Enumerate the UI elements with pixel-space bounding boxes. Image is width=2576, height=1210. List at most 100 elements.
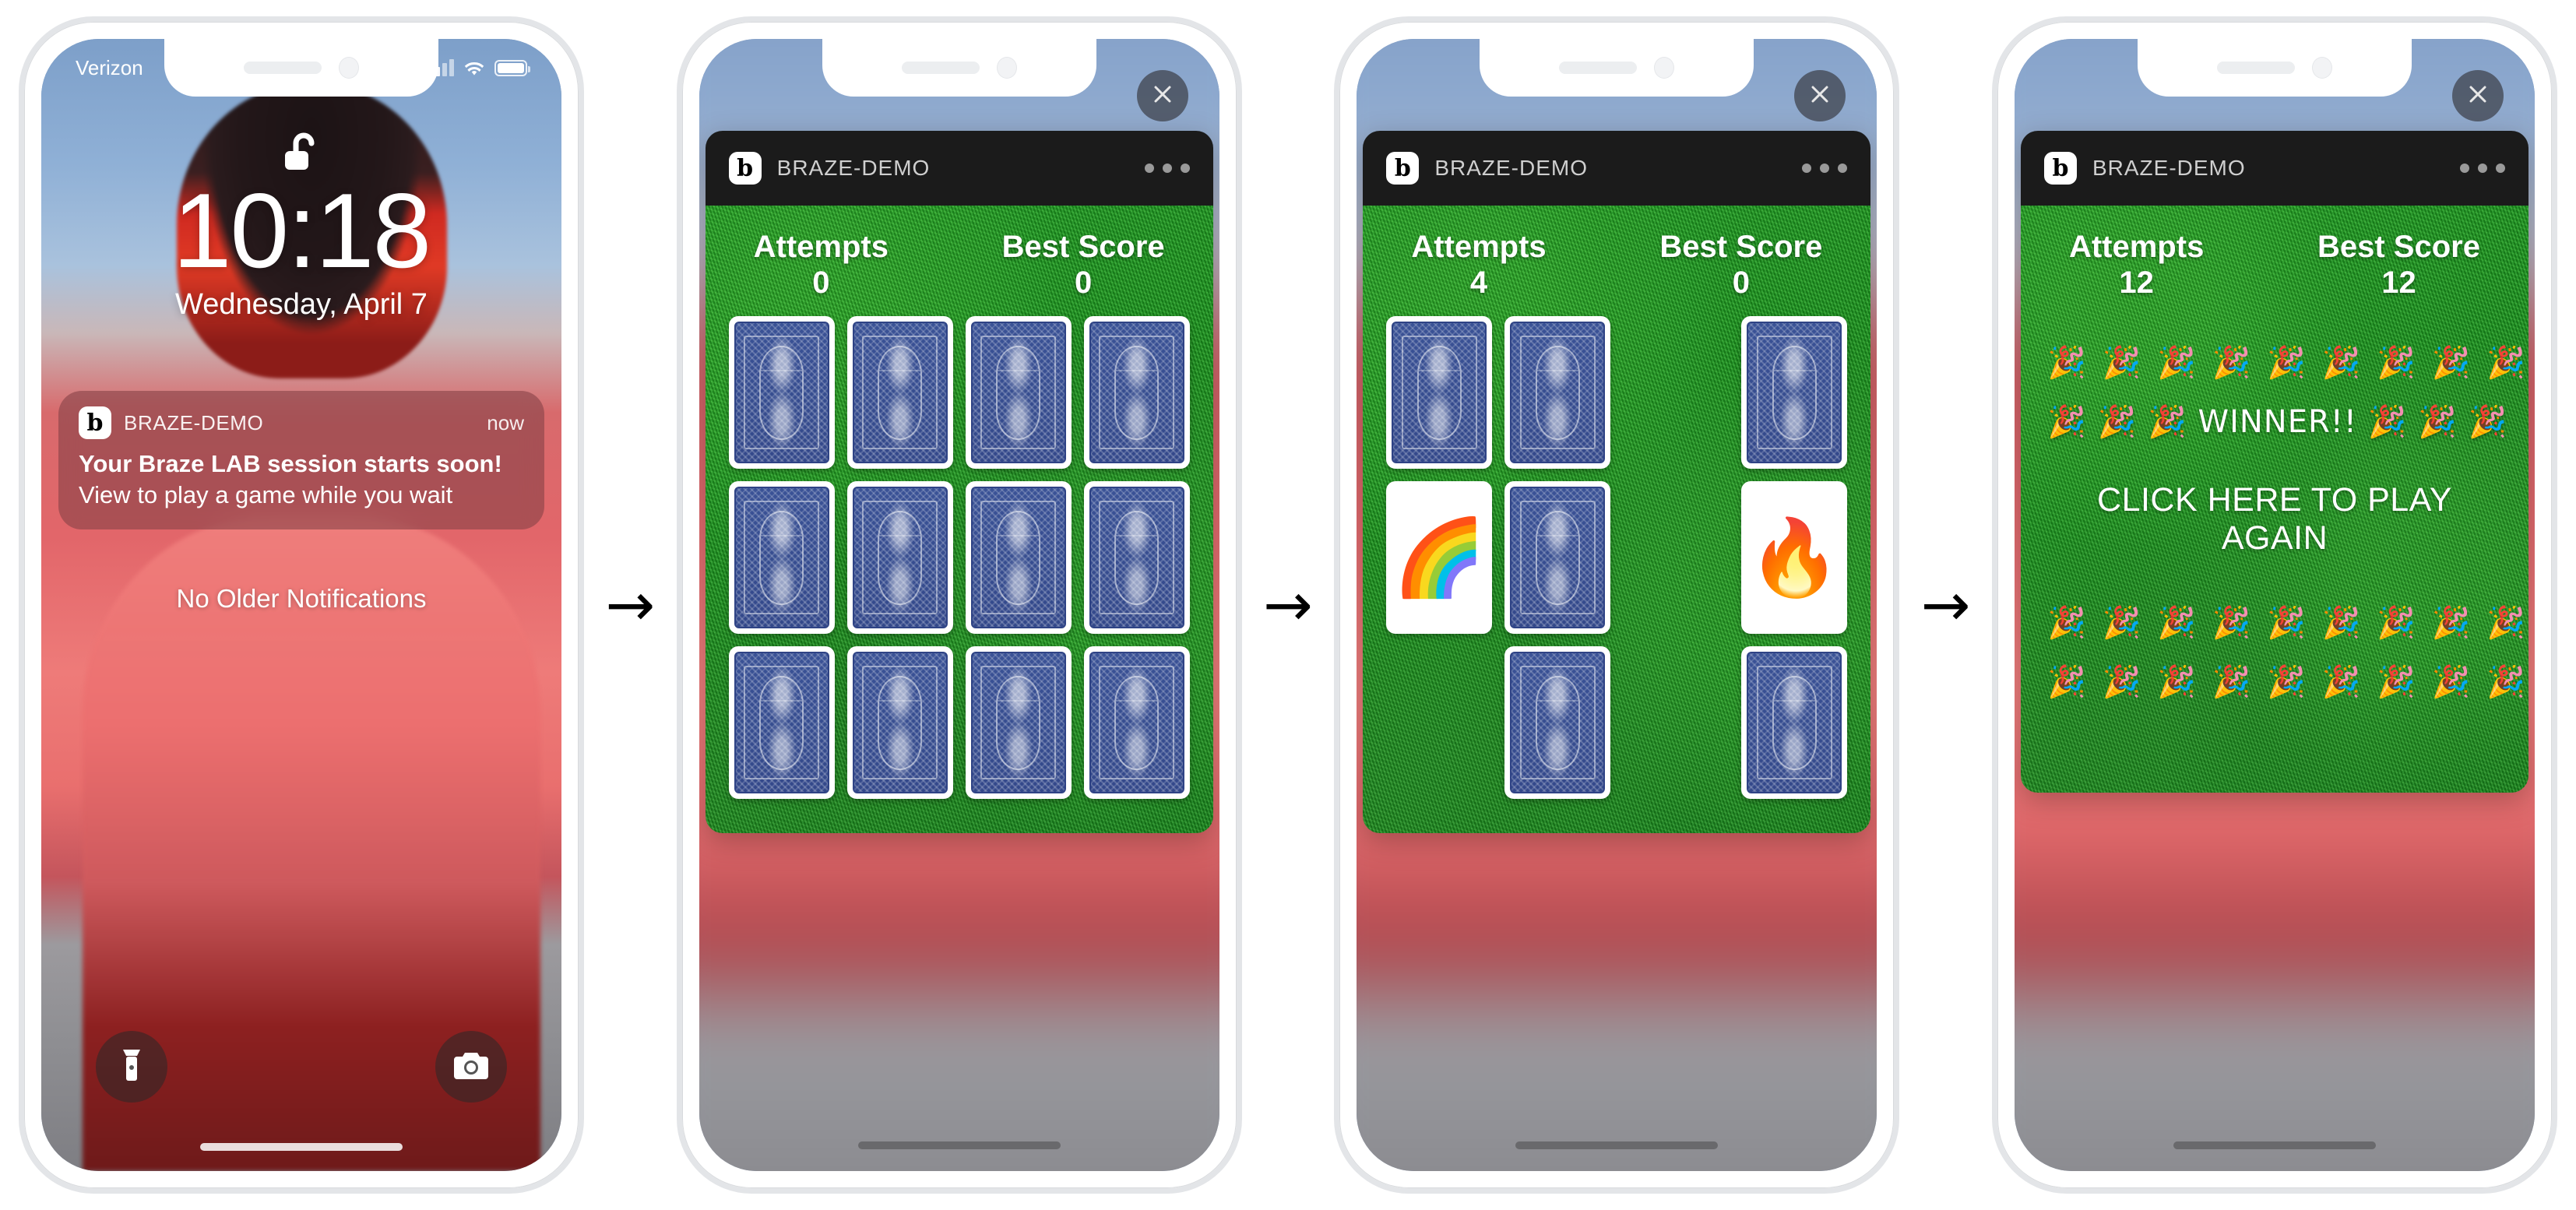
status-bar: Verizon bbox=[41, 39, 561, 97]
best-score-label: Best Score bbox=[1001, 230, 1165, 264]
front-camera-icon bbox=[2311, 57, 2332, 79]
memory-card[interactable] bbox=[846, 646, 953, 800]
card-back-icon bbox=[734, 322, 829, 464]
close-button[interactable] bbox=[2451, 70, 2504, 121]
card-slot[interactable] bbox=[965, 481, 1072, 635]
best-score-label: Best Score bbox=[2317, 230, 2480, 264]
scoreboard: Attempts 12 Best Score 12 bbox=[2043, 224, 2507, 313]
braze-app-icon: b bbox=[728, 152, 762, 185]
notification-title: Your Braze LAB session starts soon! bbox=[79, 450, 502, 477]
card-back-icon bbox=[1510, 652, 1606, 794]
memory-card-revealed[interactable]: 🌈 bbox=[1386, 481, 1493, 635]
memory-card[interactable] bbox=[728, 316, 835, 470]
phone-notch bbox=[2137, 39, 2412, 97]
memory-card[interactable] bbox=[1741, 646, 1848, 800]
card-slot[interactable]: 🔥 bbox=[1741, 481, 1848, 635]
card-slot bbox=[1623, 316, 1729, 469]
memory-card[interactable] bbox=[728, 646, 835, 800]
memory-card[interactable] bbox=[728, 481, 835, 635]
phone3-screen: b BRAZE-DEMO Attempts 4 Best Score 0 🌈 🔥 bbox=[1357, 39, 1877, 1171]
earpiece-speaker-icon bbox=[901, 62, 980, 74]
close-x-icon bbox=[1808, 83, 1832, 110]
card-slot[interactable] bbox=[1083, 481, 1190, 635]
push-notification[interactable]: b BRAZE-DEMO now Your Braze LAB session … bbox=[58, 391, 544, 529]
iam-header: b BRAZE-DEMO bbox=[2020, 131, 2528, 206]
play-again-button[interactable]: CLICK HERE TO PLAY AGAIN bbox=[2047, 481, 2502, 558]
empty-slot bbox=[1623, 481, 1729, 634]
memory-card[interactable] bbox=[1504, 316, 1611, 470]
memory-card[interactable] bbox=[965, 646, 1072, 800]
confetti-row-third: 🎉 🎉 🎉 🎉 🎉 🎉 🎉 🎉 🎉 bbox=[2046, 605, 2528, 641]
braze-app-icon: b bbox=[79, 406, 111, 439]
card-back-icon bbox=[852, 487, 948, 629]
card-slot[interactable] bbox=[1504, 481, 1611, 635]
notification-header: b BRAZE-DEMO now bbox=[79, 406, 524, 439]
ellipsis-icon[interactable] bbox=[1802, 164, 1848, 173]
card-slot[interactable]: 🌈 bbox=[1386, 481, 1493, 635]
camera-icon bbox=[454, 1051, 488, 1083]
card-slot[interactable] bbox=[1083, 316, 1190, 470]
home-indicator bbox=[2173, 1141, 2376, 1149]
memory-card[interactable] bbox=[965, 481, 1072, 635]
memory-game-board: Attempts 0 Best Score 0 bbox=[706, 206, 1213, 833]
winner-board: Attempts 12 Best Score 12 🎉 🎉 🎉 🎉 🎉 🎉 🎉 … bbox=[2021, 206, 2528, 793]
memory-card[interactable] bbox=[965, 316, 1072, 470]
card-slot[interactable] bbox=[1741, 646, 1848, 800]
card-slot[interactable] bbox=[1741, 316, 1848, 470]
flashlight-icon bbox=[118, 1048, 145, 1086]
card-back-icon bbox=[970, 652, 1066, 794]
card-back-icon bbox=[734, 652, 829, 794]
card-slot[interactable] bbox=[1386, 316, 1493, 470]
ellipsis-icon[interactable] bbox=[2459, 164, 2505, 173]
card-slot[interactable] bbox=[965, 646, 1072, 800]
flashlight-button[interactable] bbox=[96, 1031, 167, 1103]
front-camera-icon bbox=[996, 57, 1017, 79]
memory-card[interactable] bbox=[846, 316, 953, 470]
close-x-icon bbox=[2466, 83, 2490, 110]
camera-button[interactable] bbox=[435, 1031, 507, 1103]
card-slot[interactable] bbox=[1504, 646, 1611, 800]
card-slot[interactable] bbox=[728, 646, 835, 800]
earpiece-speaker-icon bbox=[2216, 62, 2295, 74]
card-slot[interactable] bbox=[846, 316, 953, 470]
iam-app-name: BRAZE-DEMO bbox=[776, 156, 931, 180]
card-slot[interactable] bbox=[1504, 316, 1611, 470]
phone4-screen: b BRAZE-DEMO Attempts 12 Best Score 12 🎉… bbox=[2014, 39, 2535, 1171]
flow-diagram: Verizon 10:18 Wednesday, April 7 b BRAZE… bbox=[0, 0, 2576, 1210]
home-indicator bbox=[200, 1143, 403, 1151]
iam-app-name: BRAZE-DEMO bbox=[1434, 156, 1588, 180]
memory-card[interactable] bbox=[1083, 316, 1190, 470]
empty-slot bbox=[1623, 316, 1729, 469]
attempts-stat: Attempts 4 bbox=[1411, 229, 1546, 301]
card-slot[interactable] bbox=[846, 646, 953, 800]
winner-message: 🎉 🎉 🎉 WINNER!! 🎉 🎉 🎉 bbox=[2046, 404, 2508, 440]
best-score-stat: Best Score 12 bbox=[2317, 229, 2480, 301]
card-slot[interactable] bbox=[728, 316, 835, 470]
memory-card[interactable] bbox=[1741, 316, 1848, 470]
attempts-value: 0 bbox=[812, 266, 830, 300]
card-slot[interactable] bbox=[1083, 646, 1190, 800]
earpiece-speaker-icon bbox=[1559, 62, 1638, 74]
memory-card[interactable] bbox=[1504, 646, 1611, 800]
memory-card[interactable] bbox=[846, 481, 953, 635]
home-indicator bbox=[857, 1141, 1061, 1149]
card-slot[interactable] bbox=[846, 481, 953, 635]
close-button[interactable] bbox=[1136, 70, 1188, 121]
memory-card-revealed[interactable]: 🔥 bbox=[1741, 481, 1848, 635]
ellipsis-icon[interactable] bbox=[1144, 164, 1190, 173]
status-indicators bbox=[428, 59, 530, 76]
best-score-value: 0 bbox=[1732, 266, 1750, 300]
close-button[interactable] bbox=[1794, 70, 1846, 121]
best-score-value: 0 bbox=[1075, 266, 1093, 300]
card-back-icon bbox=[1089, 322, 1184, 464]
card-slot[interactable] bbox=[728, 481, 835, 635]
front-camera-icon bbox=[1654, 57, 1675, 79]
attempts-label: Attempts bbox=[2068, 230, 2205, 264]
card-grid: 🌈 🔥 bbox=[1385, 313, 1849, 800]
memory-card[interactable] bbox=[1504, 481, 1611, 635]
in-app-message: b BRAZE-DEMO Attempts 12 Best Score 12 🎉… bbox=[2020, 131, 2528, 793]
memory-card[interactable] bbox=[1083, 481, 1190, 635]
memory-card[interactable] bbox=[1386, 316, 1493, 470]
card-slot[interactable] bbox=[965, 316, 1072, 470]
memory-card[interactable] bbox=[1083, 646, 1190, 800]
